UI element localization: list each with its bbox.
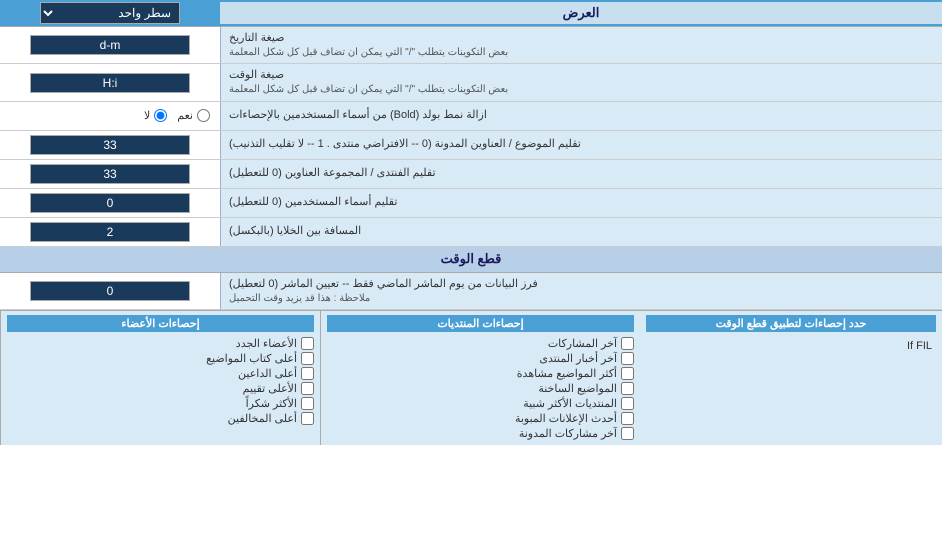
cb-left-3[interactable] <box>301 382 314 395</box>
username-trim-input[interactable] <box>30 193 190 213</box>
bottom-section: حدد إحصاءات لتطبيق قطع الوقت If FIL إحصا… <box>0 310 942 445</box>
row-bold-remove: ازالة نمط بولد (Bold) من أسماء المستخدمي… <box>0 102 942 131</box>
bottom-left: إحصاءات الأعضاء الأعضاء الجدد أعلى كتاب … <box>0 311 320 445</box>
cb-item-middle-1: آخر أخبار المنتدى <box>327 351 634 366</box>
bottom-right-content: If FIL <box>646 336 936 356</box>
bottom-middle-header: إحصاءات المنتديات <box>327 315 634 332</box>
input-date-format-wrap <box>0 31 220 59</box>
display-select[interactable]: سطر واحد سطران ثلاثة أسطر <box>40 2 180 24</box>
cb-item-left-4: الأكثر شكراً <box>7 396 314 411</box>
dropdown-wrap[interactable]: سطر واحد سطران ثلاثة أسطر <box>0 0 220 26</box>
cb-left-2[interactable] <box>301 367 314 380</box>
cb-label-left-5: أعلى المخالفين <box>228 412 297 425</box>
bottom-middle: إحصاءات المنتديات آخر المشاركات آخر أخبا… <box>320 311 640 445</box>
cb-middle-3[interactable] <box>621 382 634 395</box>
cb-left-1[interactable] <box>301 352 314 365</box>
cb-label-middle-3: المواضيع الساخنة <box>538 382 617 395</box>
row-forum-group: تقليم الفنتدى / المجموعة العناوين (0 للت… <box>0 160 942 189</box>
cb-middle-0[interactable] <box>621 337 634 350</box>
row-subject-address: تقليم الموضوع / العناوين المدونة (0 -- ا… <box>0 131 942 160</box>
bottom-right: حدد إحصاءات لتطبيق قطع الوقت If FIL <box>640 311 942 445</box>
radio-no[interactable] <box>154 109 167 122</box>
label-date-format: صيغة التاريخ بعض التكوينات يتطلب "/" الت… <box>220 27 942 63</box>
date-format-input[interactable] <box>30 35 190 55</box>
label-realtime: فرز البيانات من يوم الماشر الماضي فقط --… <box>220 273 942 309</box>
row-username-trim: تقليم أسماء المستخدمين (0 للتعطيل) <box>0 189 942 218</box>
input-subject-wrap <box>0 131 220 159</box>
bottom-left-header: إحصاءات الأعضاء <box>7 315 314 332</box>
cb-middle-2[interactable] <box>621 367 634 380</box>
cb-label-middle-2: أكثر المواضيع مشاهدة <box>517 367 617 380</box>
radio-no-label[interactable]: لا <box>144 109 167 122</box>
input-forum-group-wrap <box>0 160 220 188</box>
forum-group-input[interactable] <box>30 164 190 184</box>
cb-item-left-5: أعلى المخالفين <box>7 411 314 426</box>
input-realtime-wrap <box>0 277 220 305</box>
cb-middle-5[interactable] <box>621 412 634 425</box>
cb-label-middle-6: آخر مشاركات المدونة <box>519 427 617 440</box>
label-forum-group: تقليم الفنتدى / المجموعة العناوين (0 للت… <box>220 160 942 188</box>
radio-bold-wrap: نعم لا <box>0 107 220 124</box>
row-realtime: فرز البيانات من يوم الماشر الماضي فقط --… <box>0 273 942 310</box>
cb-middle-1[interactable] <box>621 352 634 365</box>
subject-address-input[interactable] <box>30 135 190 155</box>
time-format-input[interactable] <box>30 73 190 93</box>
cb-item-middle-2: أكثر المواضيع مشاهدة <box>327 366 634 381</box>
row-date-format: صيغة التاريخ بعض التكوينات يتطلب "/" الت… <box>0 27 942 64</box>
row-cell-distance: المسافة بين الخلايا (بالبكسل) <box>0 218 942 247</box>
cb-label-middle-1: آخر أخبار المنتدى <box>539 352 617 365</box>
page-wrapper: العرض سطر واحد سطران ثلاثة أسطر صيغة الت… <box>0 0 942 445</box>
cb-item-left-2: أعلى الداعين <box>7 366 314 381</box>
label-cell-distance: المسافة بين الخلايا (بالبكسل) <box>220 218 942 246</box>
cb-item-middle-4: المنتديات الأكثر شبية <box>327 396 634 411</box>
cb-item-left-1: أعلى كتاب المواضيع <box>7 351 314 366</box>
cb-left-4[interactable] <box>301 397 314 410</box>
input-username-trim-wrap <box>0 189 220 217</box>
cb-item-left-0: الأعضاء الجدد <box>7 336 314 351</box>
label-username-trim: تقليم أسماء المستخدمين (0 للتعطيل) <box>220 189 942 217</box>
cb-label-left-4: الأكثر شكراً <box>246 397 297 410</box>
label-subject-address: تقليم الموضوع / العناوين المدونة (0 -- ا… <box>220 131 942 159</box>
realtime-input[interactable] <box>30 281 190 301</box>
input-cell-distance-wrap <box>0 218 220 246</box>
top-header-row: العرض سطر واحد سطران ثلاثة أسطر <box>0 0 942 27</box>
bottom-right-header: حدد إحصاءات لتطبيق قطع الوقت <box>646 315 936 332</box>
cb-item-middle-0: آخر المشاركات <box>327 336 634 351</box>
cb-item-middle-3: المواضيع الساخنة <box>327 381 634 396</box>
radio-yes[interactable] <box>197 109 210 122</box>
cb-label-left-3: الأعلى تقييم <box>243 382 297 395</box>
section-label: العرض <box>220 2 942 24</box>
cb-left-5[interactable] <box>301 412 314 425</box>
cb-middle-6[interactable] <box>621 427 634 440</box>
row-time-format: صيغة الوقت بعض التكوينات يتطلب "/" التي … <box>0 64 942 101</box>
cb-item-middle-5: أحدث الإعلانات المبوبة <box>327 411 634 426</box>
cb-label-middle-0: آخر المشاركات <box>548 337 617 350</box>
input-time-format-wrap <box>0 69 220 97</box>
cb-item-middle-6: آخر مشاركات المدونة <box>327 426 634 441</box>
section-title-realtime: قطع الوقت <box>0 247 942 273</box>
radio-yes-label[interactable]: نعم <box>177 109 210 122</box>
cb-middle-4[interactable] <box>621 397 634 410</box>
cb-label-middle-5: أحدث الإعلانات المبوبة <box>515 412 617 425</box>
cb-left-0[interactable] <box>301 337 314 350</box>
cb-label-middle-4: المنتديات الأكثر شبية <box>523 397 617 410</box>
cb-item-left-3: الأعلى تقييم <box>7 381 314 396</box>
cb-label-left-0: الأعضاء الجدد <box>236 337 297 350</box>
cb-label-left-2: أعلى الداعين <box>238 367 297 380</box>
cb-label-left-1: أعلى كتاب المواضيع <box>206 352 297 365</box>
label-bold-remove: ازالة نمط بولد (Bold) من أسماء المستخدمي… <box>220 102 942 130</box>
label-time-format: صيغة الوقت بعض التكوينات يتطلب "/" التي … <box>220 64 942 100</box>
cell-distance-input[interactable] <box>30 222 190 242</box>
